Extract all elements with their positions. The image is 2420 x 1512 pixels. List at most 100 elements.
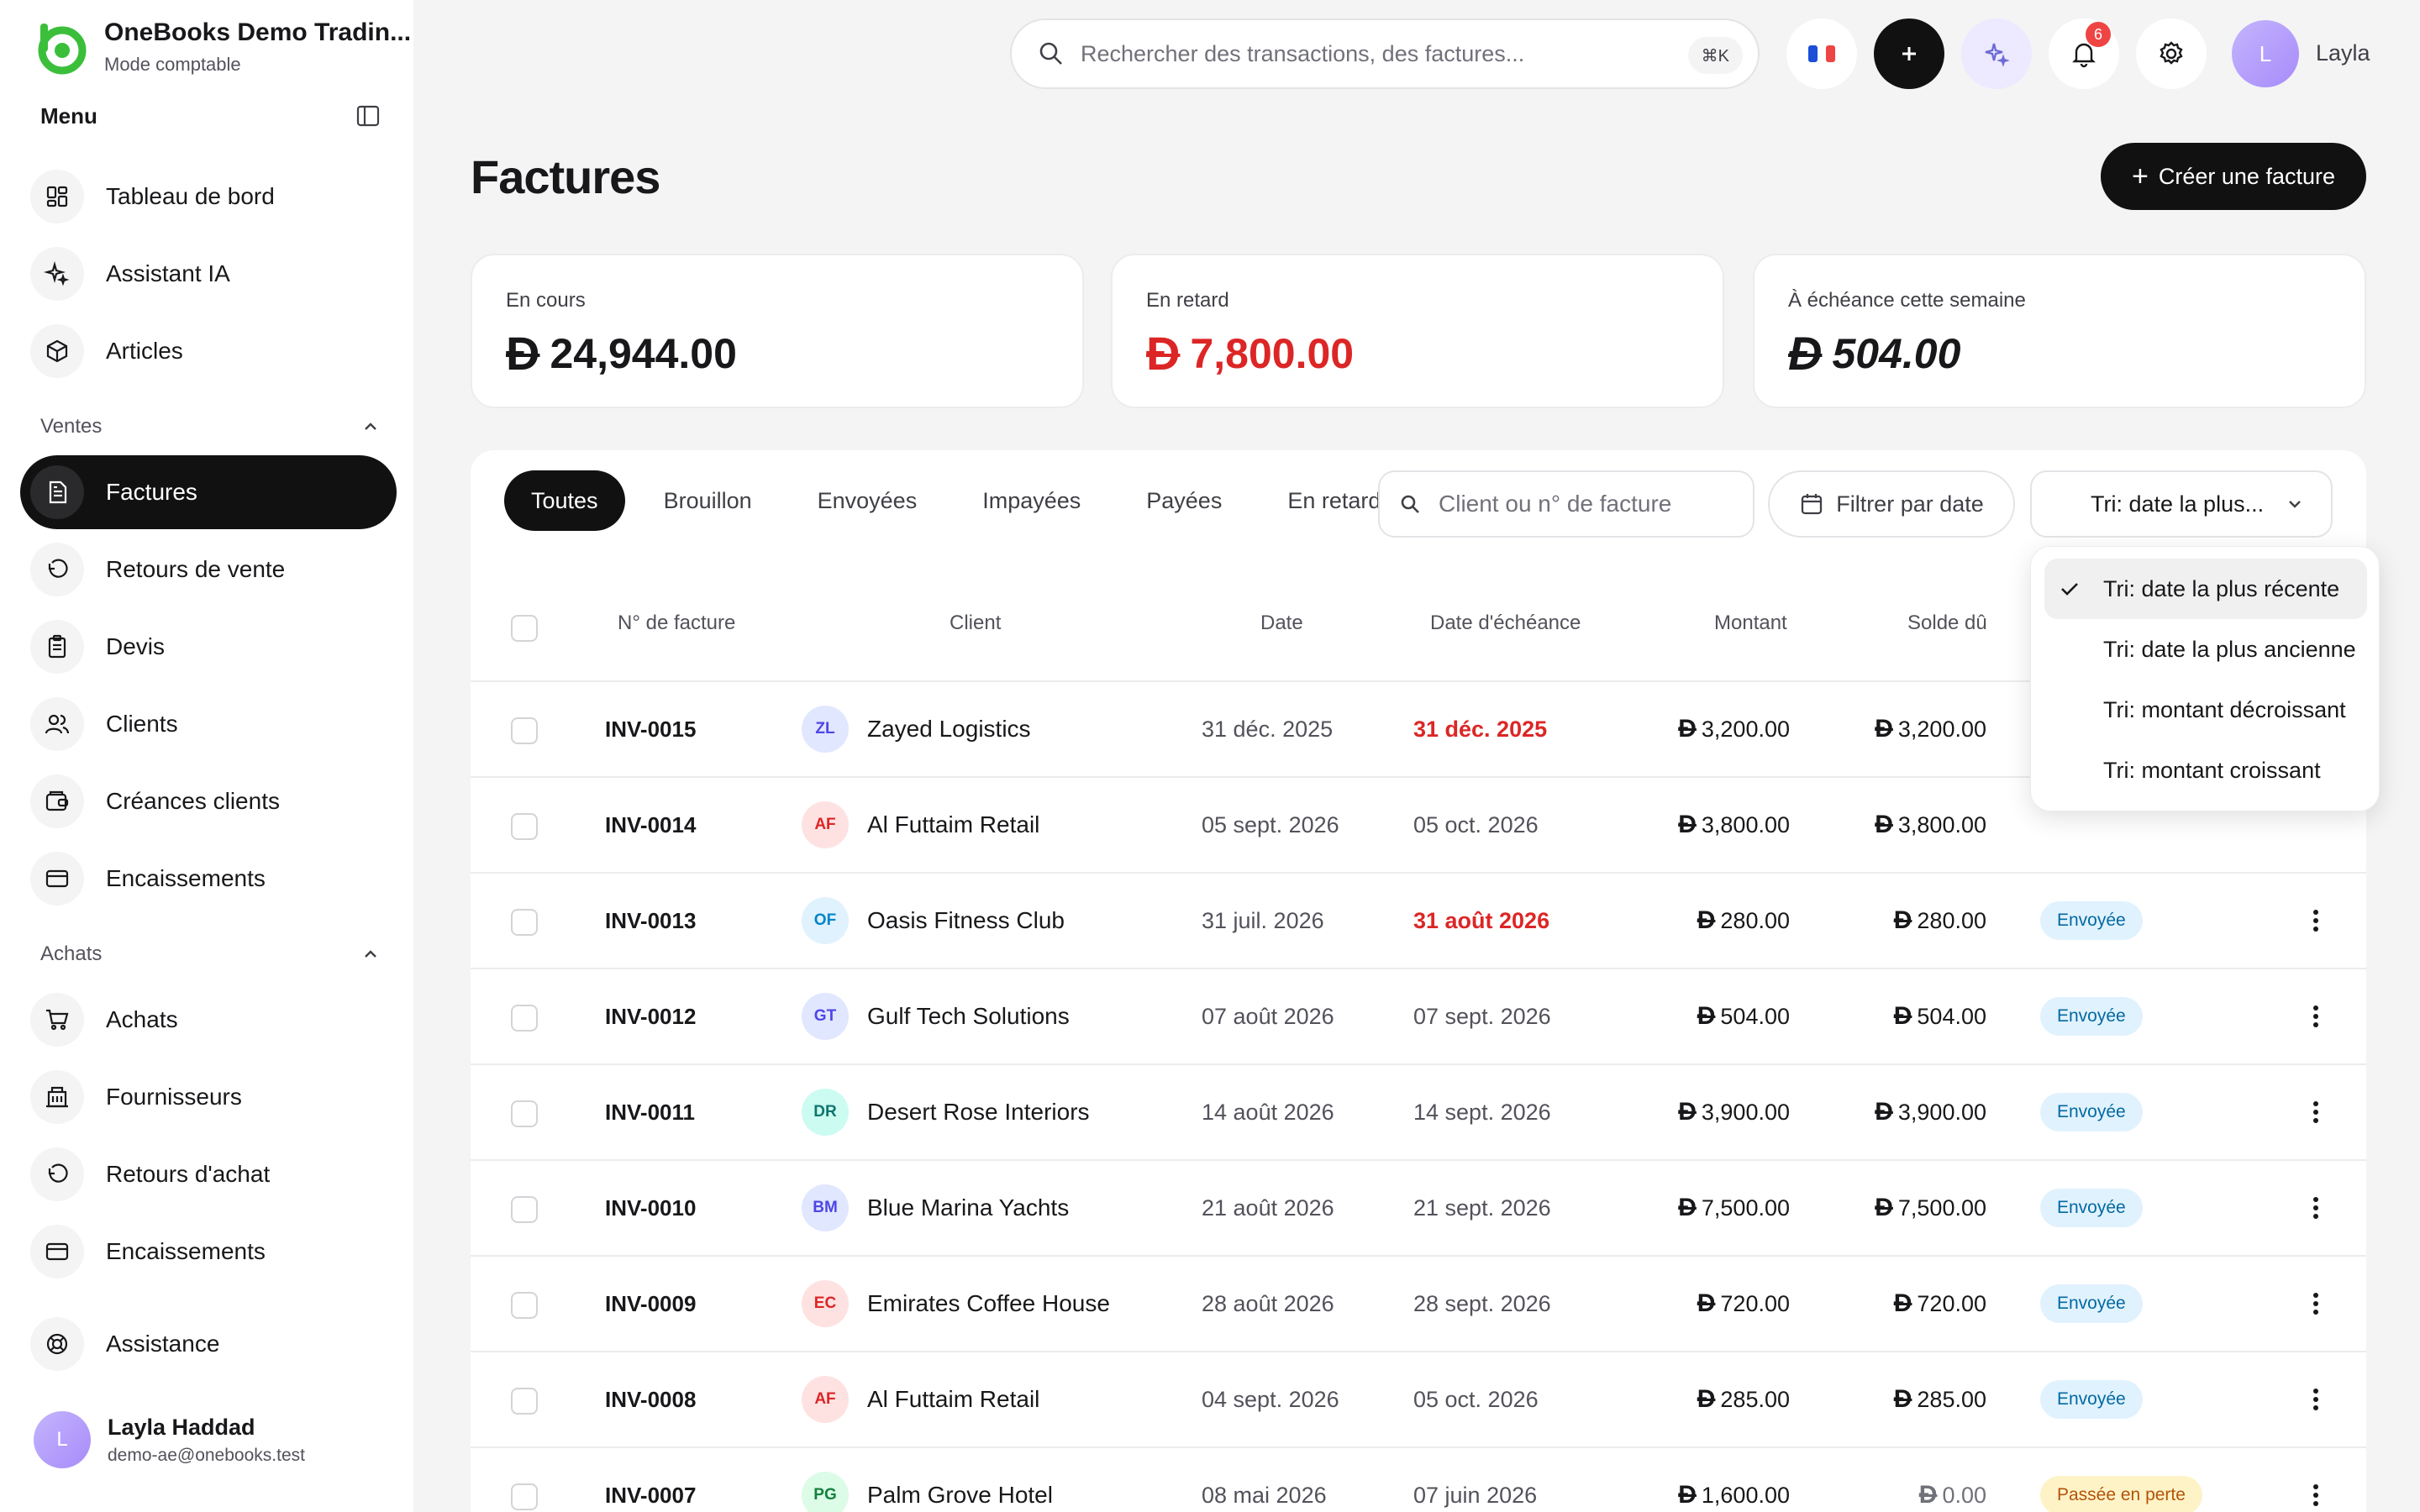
- global-search-input[interactable]: [1081, 40, 1669, 67]
- table-row[interactable]: INV-0008 AF Al Futtaim Retail 04 sept. 2026…: [471, 1352, 2366, 1448]
- sidebar-item-fournisseurs[interactable]: Fournisseurs: [20, 1060, 397, 1134]
- global-search[interactable]: ⌘K: [1010, 18, 1760, 89]
- row-checkbox[interactable]: [511, 1388, 538, 1415]
- more-vertical-icon[interactable]: [2299, 1478, 2333, 1512]
- avatar[interactable]: L: [2232, 20, 2299, 87]
- sidebar-item-encaissements[interactable]: Encaissements: [20, 842, 397, 916]
- sidebar-item-dashboard[interactable]: Tableau de bord: [20, 160, 397, 234]
- invoice-number[interactable]: INV-0010: [605, 1161, 696, 1255]
- invoice-number[interactable]: INV-0013: [605, 874, 696, 968]
- brand[interactable]: OneBooks Demo Tradin... Mode comptable: [32, 18, 411, 76]
- client-cell: ZL Zayed Logistics: [802, 682, 1031, 776]
- row-checkbox[interactable]: [511, 1100, 538, 1127]
- status-cell: Envoyée: [2040, 1352, 2143, 1446]
- sidebar-item-creances[interactable]: Créances clients: [20, 764, 397, 838]
- date-filter-button[interactable]: Filtrer par date: [1768, 470, 2015, 538]
- select-all-checkbox[interactable]: [511, 615, 538, 642]
- row-checkbox[interactable]: [511, 1005, 538, 1032]
- more-vertical-icon[interactable]: [2299, 904, 2333, 937]
- table-row[interactable]: INV-0011 DR Desert Rose Interiors 14 août 2…: [471, 1065, 2366, 1161]
- table-row[interactable]: INV-0007 PG Palm Grove Hotel 08 mai 2026 07 …: [471, 1448, 2366, 1512]
- currency-icon: Đ: [1678, 1194, 1697, 1221]
- sort-option-oldest[interactable]: Tri: date la plus ancienne: [2044, 619, 2367, 680]
- ai-assistant-button[interactable]: [1961, 18, 2032, 89]
- invoice-date: 28 août 2026: [1202, 1290, 1334, 1316]
- table-row[interactable]: INV-0009 EC Emirates Coffee House 28 août 2…: [471, 1257, 2366, 1352]
- header-due-date[interactable]: Date d'échéance: [1430, 612, 1581, 635]
- more-vertical-icon[interactable]: [2299, 1287, 2333, 1320]
- date-filter-label: Filtrer par date: [1836, 491, 1984, 517]
- sidebar-item-encaissements-achats[interactable]: Encaissements: [20, 1215, 397, 1289]
- sidebar-item-achats[interactable]: Achats: [20, 983, 397, 1057]
- invoice-number[interactable]: INV-0015: [605, 682, 696, 776]
- tab-all[interactable]: Toutes: [504, 470, 625, 531]
- sidebar-item-ai-assistant[interactable]: Assistant IA: [20, 237, 397, 311]
- tab-unpaid[interactable]: Impayées: [955, 470, 1107, 531]
- header-client[interactable]: Client: [950, 612, 1001, 635]
- more-vertical-icon[interactable]: [2299, 1383, 2333, 1416]
- row-checkbox[interactable]: [511, 909, 538, 936]
- row-checkbox[interactable]: [511, 717, 538, 744]
- quick-create-button[interactable]: [1874, 18, 1944, 89]
- row-actions: [2299, 1352, 2333, 1446]
- row-checkbox[interactable]: [511, 1483, 538, 1510]
- more-vertical-icon[interactable]: [2299, 1095, 2333, 1129]
- sidebar-item-assistance[interactable]: Assistance: [20, 1307, 397, 1381]
- invoice-number[interactable]: INV-0009: [605, 1257, 696, 1351]
- sidebar-item-articles[interactable]: Articles: [20, 314, 397, 388]
- section-ventes[interactable]: Ventes: [40, 415, 381, 438]
- invoice-number[interactable]: INV-0007: [605, 1448, 696, 1512]
- search-icon: [1039, 42, 1062, 65]
- sidebar-item-clients[interactable]: Clients: [20, 687, 397, 761]
- sidebar-item-label: Fournisseurs: [106, 1084, 242, 1110]
- section-achats[interactable]: Achats: [40, 942, 381, 966]
- user-card[interactable]: L Layla Haddad demo-ae@onebooks.test: [34, 1411, 305, 1468]
- top-username[interactable]: Layla: [2316, 40, 2370, 66]
- invoice-number[interactable]: INV-0008: [605, 1352, 696, 1446]
- currency-icon: Đ: [1697, 906, 1716, 934]
- notifications-button[interactable]: 6: [2049, 18, 2119, 89]
- invoice-number[interactable]: INV-0011: [605, 1065, 695, 1159]
- invoice-search-input[interactable]: [1439, 491, 1741, 517]
- invoice-number[interactable]: INV-0014: [605, 778, 696, 872]
- table-row[interactable]: INV-0012 GT Gulf Tech Solutions 07 août 202…: [471, 969, 2366, 1065]
- header-date[interactable]: Date: [1260, 612, 1303, 635]
- more-vertical-icon[interactable]: [2299, 1191, 2333, 1225]
- invoice-number[interactable]: INV-0012: [605, 969, 696, 1063]
- invoice-search[interactable]: [1378, 470, 1754, 538]
- balance-value: 3,900.00: [1897, 1099, 1986, 1125]
- row-checkbox[interactable]: [511, 1292, 538, 1319]
- tab-draft[interactable]: Brouillon: [637, 470, 779, 531]
- language-button[interactable]: [1786, 18, 1857, 89]
- header-number[interactable]: N° de facture: [618, 612, 735, 635]
- sidebar-item-retours-achat[interactable]: Retours d'achat: [20, 1137, 397, 1211]
- sort-option-newest[interactable]: Tri: date la plus récente: [2044, 559, 2367, 619]
- table-row[interactable]: INV-0013 OF Oasis Fitness Club 31 juil. 202…: [471, 874, 2366, 969]
- table-row[interactable]: INV-0010 BM Blue Marina Yachts 21 août 2026…: [471, 1161, 2366, 1257]
- sidebar-collapse-icon[interactable]: [355, 102, 381, 129]
- sort-select[interactable]: Tri: date la plus...: [2030, 470, 2333, 538]
- sort-option-amount-asc[interactable]: Tri: montant croissant: [2044, 740, 2367, 801]
- sort-option-amount-desc[interactable]: Tri: montant décroissant: [2044, 680, 2367, 740]
- due-date: 28 sept. 2026: [1413, 1290, 1551, 1316]
- client-avatar: ZL: [802, 706, 849, 753]
- row-checkbox[interactable]: [511, 813, 538, 840]
- tab-paid[interactable]: Payées: [1119, 470, 1249, 531]
- header-amount[interactable]: Montant: [1714, 612, 1787, 635]
- row-checkbox[interactable]: [511, 1196, 538, 1223]
- sidebar-item-factures[interactable]: Factures: [20, 455, 397, 529]
- due-date: 21 sept. 2026: [1413, 1194, 1551, 1221]
- stat-card-overdue: En retard Đ 7,800.00: [1111, 254, 1724, 408]
- settings-button[interactable]: [2136, 18, 2207, 89]
- sidebar-item-retours-vente[interactable]: Retours de vente: [20, 533, 397, 606]
- tab-sent[interactable]: Envoyées: [791, 470, 944, 531]
- lifebuoy-icon: [46, 1333, 68, 1355]
- sidebar-item-devis[interactable]: Devis: [20, 610, 397, 684]
- balance-value: 0.00: [1942, 1482, 1986, 1508]
- create-invoice-button[interactable]: + Créer une facture: [2101, 143, 2366, 210]
- status-tabs: Toutes Brouillon Envoyées Impayées Payée…: [504, 470, 1419, 531]
- more-vertical-icon[interactable]: [2299, 1000, 2333, 1033]
- stat-label: À échéance cette semaine: [1788, 289, 2026, 312]
- sidebar-item-label: Devis: [106, 633, 166, 659]
- header-balance[interactable]: Solde dû: [1907, 612, 1987, 635]
